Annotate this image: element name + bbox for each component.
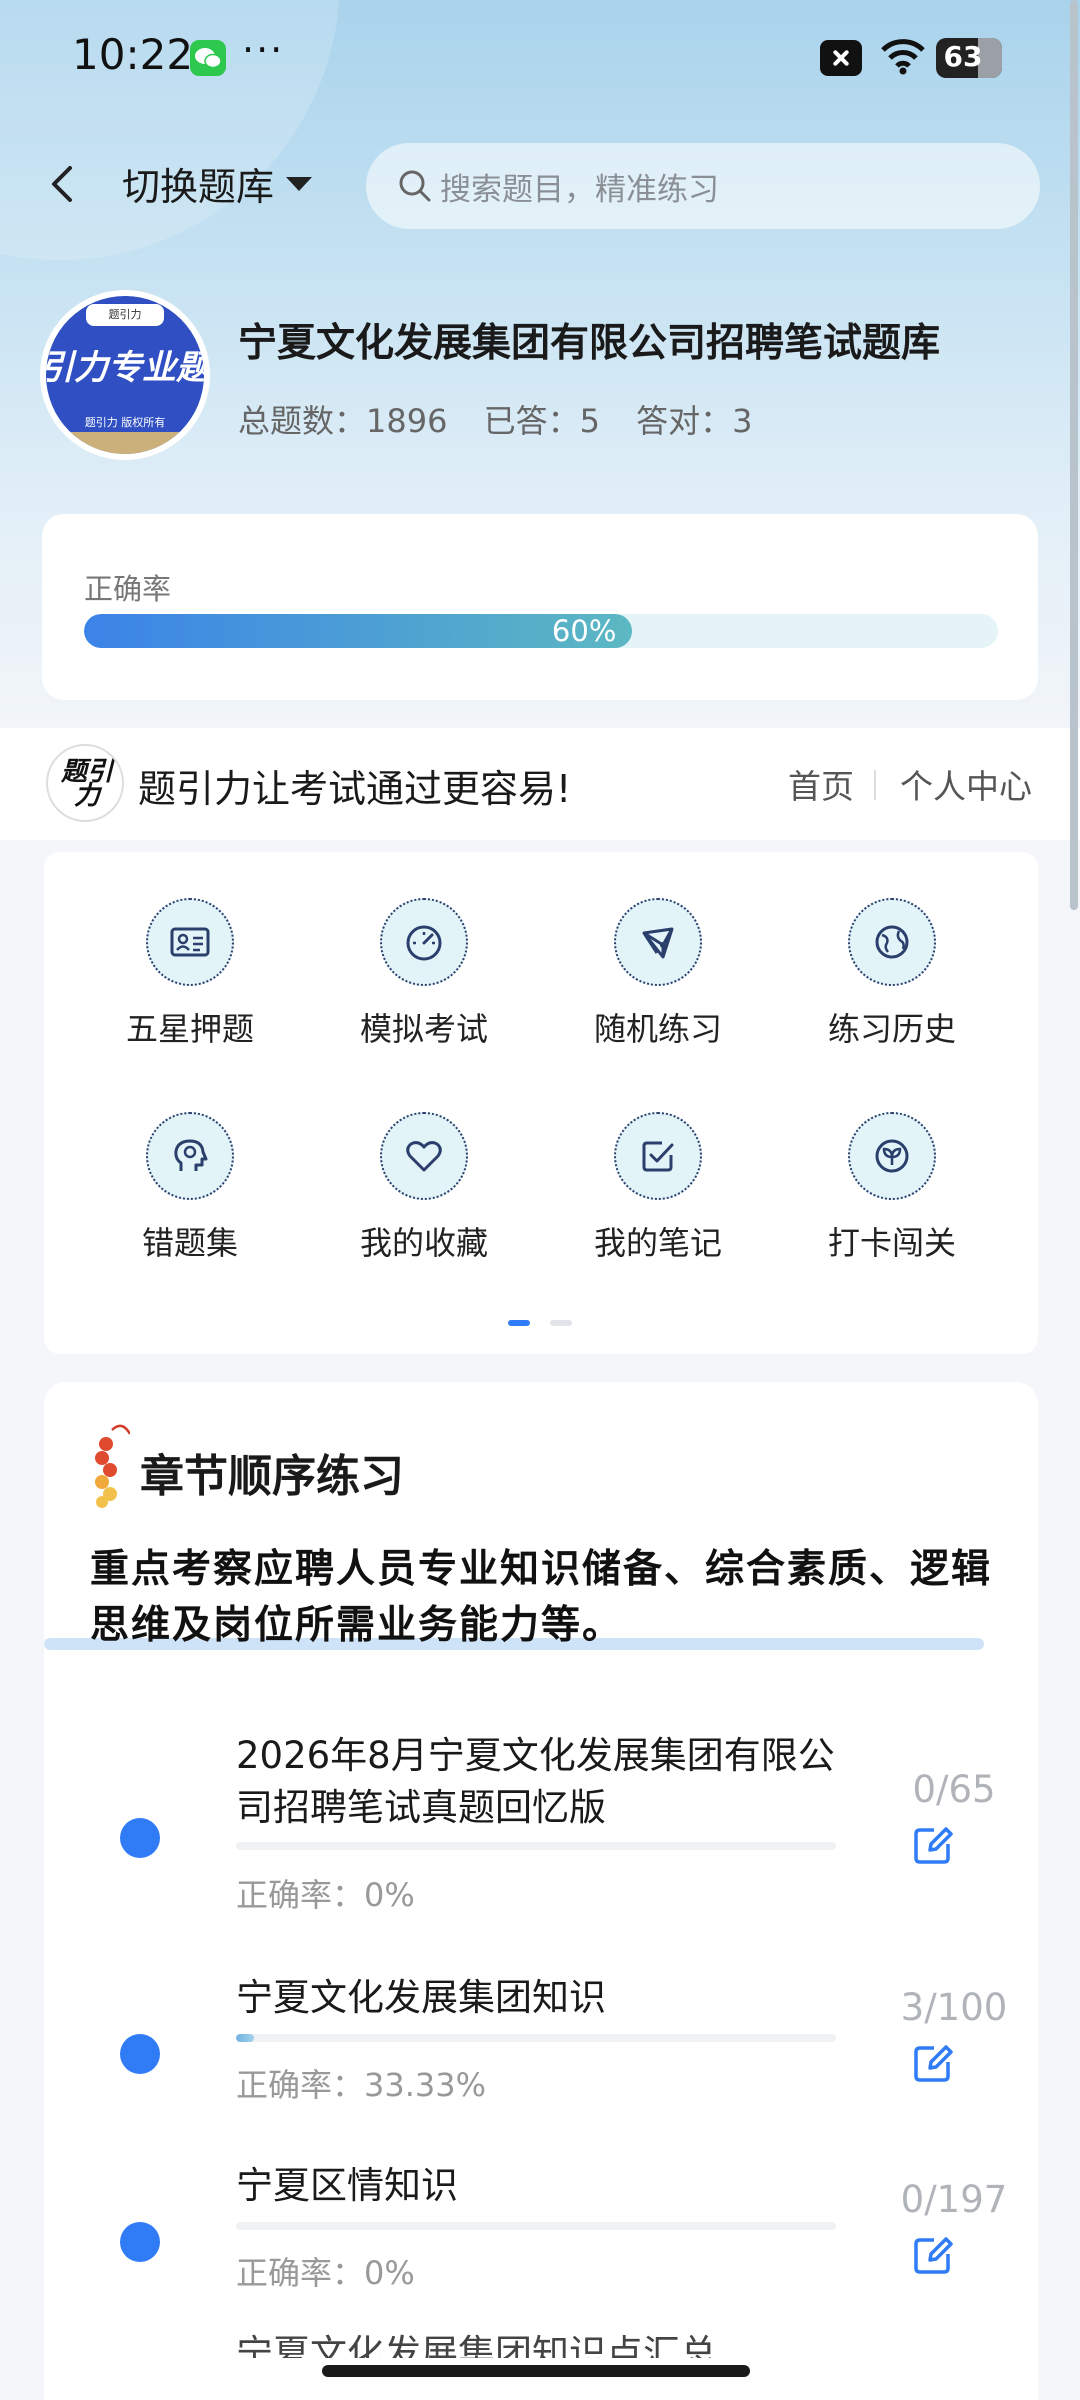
chapter-description: 重点考察应聘人员专业知识储备、综合素质、逻辑思维及岗位所需业务能力等。 xyxy=(90,1547,993,1648)
feature-random-practice[interactable]: 随机练习 xyxy=(558,898,758,1050)
brand-logo-text: 题引力 xyxy=(60,757,113,811)
feature-label: 我的收藏 xyxy=(359,1224,488,1262)
feature-label: 练习历史 xyxy=(827,1010,956,1048)
caret-down-icon xyxy=(286,176,313,191)
pager-dot[interactable] xyxy=(550,1320,572,1326)
chapter-name: 宁夏区情知识 xyxy=(236,2164,458,2207)
feature-label: 错题集 xyxy=(141,1224,238,1262)
feature-check-in[interactable]: 打卡闯关 xyxy=(792,1112,992,1264)
chapter-bullet xyxy=(120,1818,160,1858)
battery-icon: 63 xyxy=(936,38,1002,78)
chapter-section-title: 章节顺序练习 xyxy=(140,1451,404,1502)
sprout-icon xyxy=(848,1112,936,1200)
feature-wrong-questions[interactable]: 错题集 xyxy=(90,1112,290,1264)
chapter-name-peek: 宁夏文化发展集团知识点汇总 xyxy=(236,2332,717,2358)
network-icon xyxy=(614,898,702,986)
accuracy-progress-bar: 60% xyxy=(84,614,998,648)
search-icon xyxy=(399,170,431,202)
feature-label: 我的笔记 xyxy=(593,1224,722,1262)
chapter-count: 0/197 xyxy=(900,2178,1008,2221)
feature-mock-exam[interactable]: 模拟考试 xyxy=(324,898,524,1050)
more-notifications: ··· xyxy=(242,28,285,72)
accuracy-label: 正确率 xyxy=(84,572,172,606)
chapter-count: 3/100 xyxy=(900,1986,1008,2029)
stat-total: 总题数：1896 xyxy=(238,402,448,440)
accuracy-card: 正确率 60% xyxy=(42,514,1038,700)
status-time: 10:22 xyxy=(72,30,194,79)
edit-icon[interactable] xyxy=(910,1822,956,1868)
feature-grid: 五星押题 模拟考试 随机练习 练习历史 错题集 我的收藏 我的笔记 打卡闯关 xyxy=(44,852,1038,1354)
feature-favorites[interactable]: 我的收藏 xyxy=(324,1112,524,1264)
divider xyxy=(874,770,876,800)
home-link[interactable]: 首页 xyxy=(788,760,854,808)
battery-level: 63 xyxy=(943,40,983,73)
chapter-bullet xyxy=(120,2034,160,2074)
back-icon[interactable] xyxy=(40,160,88,208)
checkbox-icon xyxy=(614,1112,702,1200)
speedometer-icon xyxy=(380,898,468,986)
edit-icon[interactable] xyxy=(910,2232,956,2278)
chapter-practice-card: 章节顺序练习 重点考察应聘人员专业知识储备、综合素质、逻辑思维及岗位所需业务能力… xyxy=(44,1382,1038,2400)
search-input[interactable]: 搜索题目，精准练习 xyxy=(366,143,1040,229)
heart-icon xyxy=(380,1112,468,1200)
switch-bank-button[interactable]: 切换题库 xyxy=(122,156,313,211)
wifi-icon xyxy=(881,39,925,75)
home-indicator[interactable] xyxy=(322,2365,750,2377)
accuracy-progress-fill: 60% xyxy=(84,614,633,648)
logo-top-text: 题引力 xyxy=(86,304,164,326)
feature-practice-history[interactable]: 练习历史 xyxy=(792,898,992,1050)
id-card-icon xyxy=(146,898,234,986)
question-bank-logo: 题引力 引力专业题 题引力 版权所有 xyxy=(40,290,210,460)
edit-icon[interactable] xyxy=(910,2040,956,2086)
brand-slogan: 题引力让考试通过更容易! xyxy=(138,767,572,811)
chapter-accuracy: 正确率：33.33% xyxy=(236,2066,487,2104)
stat-answered: 已答：5 xyxy=(483,402,600,440)
logo-sub-text: 题引力 版权所有 xyxy=(84,416,166,429)
logo-main-text: 引力专业题 xyxy=(46,348,204,388)
chapter-accuracy: 正确率：0% xyxy=(236,2254,415,2292)
accuracy-value: 60% xyxy=(551,614,617,648)
chapter-progress-bar xyxy=(236,2222,836,2230)
feature-label: 五星押题 xyxy=(125,1010,254,1048)
scrollbar[interactable] xyxy=(1070,0,1078,910)
chapter-accuracy: 正确率：0% xyxy=(236,1876,415,1914)
question-bank-stats: 总题数：1896 已答：5 答对：3 xyxy=(238,396,779,442)
question-bank-title: 宁夏文化发展集团有限公司招聘笔试题库 xyxy=(238,321,941,366)
firecracker-icon xyxy=(95,1424,130,1508)
feature-label: 打卡闯关 xyxy=(827,1224,956,1262)
user-center-link[interactable]: 个人中心 xyxy=(900,760,1032,808)
feature-label: 模拟考试 xyxy=(359,1010,488,1048)
brand-bar: 题引力 题引力让考试通过更容易! 首页 个人中心 xyxy=(0,728,1080,840)
chapter-name: 2026年8月宁夏文化发展集团有限公司招聘笔试真题回忆版 xyxy=(236,1734,835,1829)
chapter-name: 宁夏文化发展集团知识 xyxy=(236,1976,606,2019)
chapter-progress-bar xyxy=(236,2034,836,2042)
logo-band xyxy=(46,432,204,454)
close-icon xyxy=(820,40,862,76)
head-icon xyxy=(146,1112,234,1200)
feature-label: 随机练习 xyxy=(593,1010,722,1048)
wechat-icon xyxy=(190,40,226,76)
feature-notes[interactable]: 我的笔记 xyxy=(558,1112,758,1264)
globe-icon xyxy=(848,898,936,986)
chapter-bullet xyxy=(120,2222,160,2262)
chapter-progress-fill xyxy=(236,2034,254,2042)
status-bar: 10:22 ··· 63 xyxy=(0,0,1080,118)
chapter-progress-bar xyxy=(236,1842,836,1850)
feature-five-star[interactable]: 五星押题 xyxy=(90,898,290,1050)
pager-dot-active[interactable] xyxy=(508,1320,530,1326)
stat-correct: 答对：3 xyxy=(636,402,753,440)
switch-bank-label: 切换题库 xyxy=(122,165,275,209)
search-placeholder: 搜索题目，精准练习 xyxy=(440,171,719,208)
brand-logo: 题引力 xyxy=(46,744,124,822)
chapter-count: 0/65 xyxy=(912,1768,996,1811)
